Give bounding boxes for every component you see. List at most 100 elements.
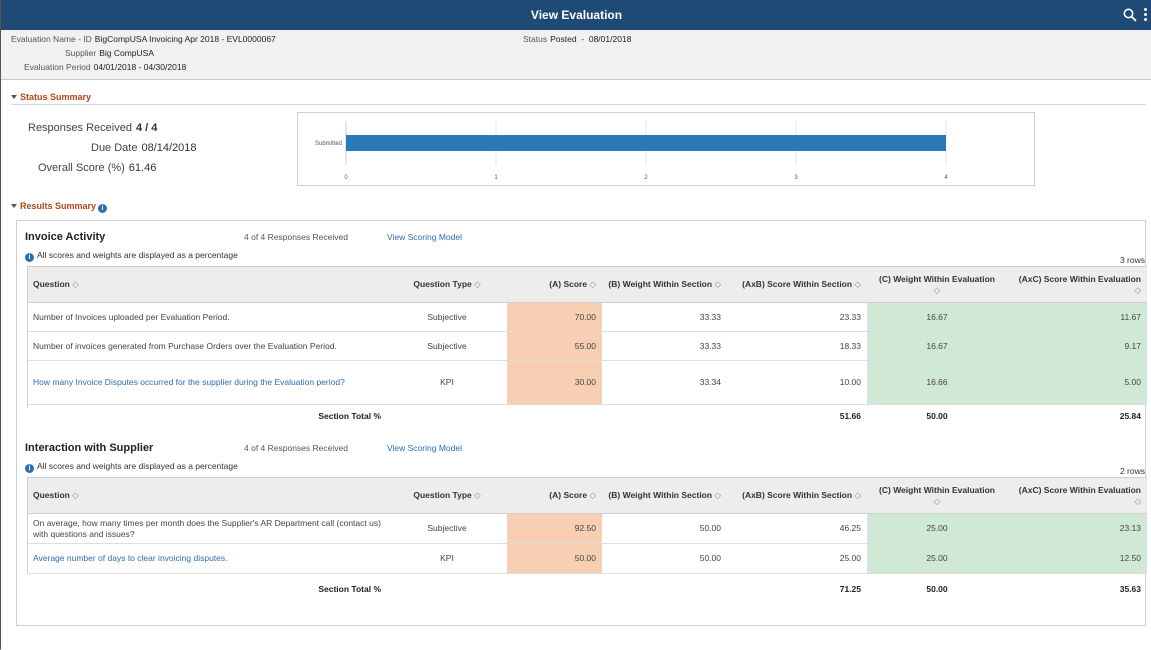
results-summary-panel: Invoice Activity 4 of 4 Responses Receiv… [16,220,1147,626]
axb-total: 51.66 [839,411,861,422]
c-weight-cell: 16.67 [867,302,1007,332]
percentage-info-text: All scores and weights are displayed as … [37,250,238,260]
status-row: Status Posted - 08/01/2018 [523,34,631,44]
c-weight-cell: 25.00 [867,513,1007,544]
col-c-weight[interactable]: (C) Weight Within Evaluation ◇ [867,477,1007,514]
axc-score-cell: 5.00 [1007,360,1147,405]
divider [11,104,1146,105]
col-axb-score[interactable]: (AxB) Score Within Section ◇ [727,477,867,514]
collapse-triangle-icon [11,204,17,208]
section-total-row: Section Total % 71.25 50.00 35.63 [27,574,1147,606]
axb-score-cell: 23.33 [727,302,867,332]
collapse-triangle-icon [11,95,17,99]
sort-icon: ◇ [933,495,941,506]
table-row: Number of invoices generated from Purcha… [27,331,1147,361]
question-cell: Number of Invoices uploaded per Evaluati… [27,302,387,332]
table-row: How many Invoice Disputes occurred for t… [27,360,1147,405]
table-row: Average number of days to clear invoicin… [27,543,1147,574]
axb-score-cell: 25.00 [727,543,867,574]
x-tick-label: 1 [494,175,498,181]
more-actions-icon[interactable] [1144,8,1148,22]
col-question-type[interactable]: Question Type ◇ [387,477,507,514]
col-axc-score[interactable]: (AxC) Score Within Evaluation ◇ [1007,477,1147,514]
sort-icon: ◇ [72,279,79,289]
status-bar-chart: 0 1 2 3 4 Submitted [315,121,948,181]
col-question[interactable]: Question ◇ [27,477,387,514]
question-cell: On average, how many times per month doe… [27,513,387,544]
category-label: Submitted [315,141,342,147]
table-row: Number of Invoices uploaded per Evaluati… [27,302,1147,332]
b-weight-cell: 50.00 [602,513,727,544]
status-summary-title: Status Summary [20,92,92,102]
col-a-score[interactable]: (A) Score ◇ [507,477,602,514]
evaluation-period-row: Evaluation Period 04/01/2018 - 04/30/2018 [24,62,186,72]
sort-icon: ◇ [72,490,79,500]
a-score-cell: 55.00 [507,331,602,361]
supplier-row: Supplier Big CompUSA [65,48,154,58]
group-title: Interaction with Supplier [25,442,154,454]
question-type-cell: Subjective [387,331,507,361]
b-weight-cell: 33.34 [602,360,727,405]
col-c-weight[interactable]: (C) Weight Within Evaluation ◇ [867,266,1007,303]
question-link[interactable]: How many Invoice Disputes occurred for t… [27,360,387,405]
group-title: Invoice Activity [25,231,106,243]
col-a-score[interactable]: (A) Score ◇ [507,266,602,303]
due-date-value: 08/14/2018 [141,142,197,154]
col-b-weight[interactable]: (B) Weight Within Section ◇ [602,477,727,514]
search-icon[interactable] [1123,8,1137,22]
col-axc-score[interactable]: (AxC) Score Within Evaluation ◇ [1007,266,1147,303]
a-score-cell: 30.00 [507,360,602,405]
axb-score-cell: 18.33 [727,331,867,361]
c-total: 50.00 [926,584,948,595]
x-tick-label: 2 [644,175,648,181]
axc-score-cell: 9.17 [1007,331,1147,361]
sort-icon: ◇ [714,490,721,500]
grid-left-border [27,477,28,573]
status-summary-header[interactable]: Status Summary [11,92,91,102]
col-axb-score[interactable]: (AxB) Score Within Section ◇ [727,266,867,303]
question-type-cell: KPI [387,360,507,405]
b-weight-cell: 33.33 [602,302,727,332]
x-tick-label: 3 [794,175,798,181]
sort-icon: ◇ [933,284,941,295]
section-total-label: Section Total % [318,411,381,422]
sort-icon: ◇ [854,279,861,289]
view-scoring-model-link[interactable]: View Scoring Model [387,232,462,242]
results-summary-header[interactable]: Results Summary i [11,201,110,213]
due-date: Due Date 08/14/2018 [91,142,197,154]
page-title: View Evaluation [530,8,623,22]
c-weight-cell: 16.66 [867,360,1007,405]
question-link[interactable]: Average number of days to clear invoicin… [27,543,387,574]
question-cell: Number of invoices generated from Purcha… [27,331,387,361]
rows-count: 3 rows [1119,255,1145,265]
info-icon[interactable]: i [98,204,108,213]
sort-icon: ◇ [474,279,481,289]
sort-icon: ◇ [589,279,596,289]
question-type-cell: KPI [387,543,507,574]
col-question-type[interactable]: Question Type ◇ [387,266,507,303]
col-question[interactable]: Question ◇ [27,266,387,303]
table-header-row: Question ◇ Question Type ◇ (A) Score ◇ (… [27,266,1147,303]
question-type-cell: Subjective [387,302,507,332]
a-score-cell: 50.00 [507,543,602,574]
sort-icon: ◇ [1134,284,1141,295]
axc-score-cell: 23.13 [1007,513,1147,544]
sort-icon: ◇ [1134,495,1141,506]
percentage-info: i All scores and weights are displayed as… [25,250,238,262]
evaluation-name-label: Evaluation Name - ID [11,34,92,44]
evaluation-period-value: 04/01/2018 - 04/30/2018 [93,62,187,72]
col-b-weight[interactable]: (B) Weight Within Section ◇ [602,266,727,303]
responses-received-value: 4 / 4 [135,122,158,134]
sort-icon: ◇ [589,490,596,500]
x-tick-label: 0 [344,175,348,181]
view-scoring-model-link[interactable]: View Scoring Model [387,443,462,453]
percentage-info-text: All scores and weights are displayed as … [37,461,238,471]
percentage-info: i All scores and weights are displayed as… [25,461,238,473]
status-label: Status [523,34,548,44]
supplier-label: Supplier [65,48,97,58]
a-score-cell: 92.50 [507,513,602,544]
section-total-row: Section Total % 51.66 50.00 25.84 [27,405,1147,429]
section-total-label: Section Total % [318,584,381,595]
results-summary-title: Results Summary [20,201,97,211]
rows-count: 2 rows [1119,466,1145,476]
